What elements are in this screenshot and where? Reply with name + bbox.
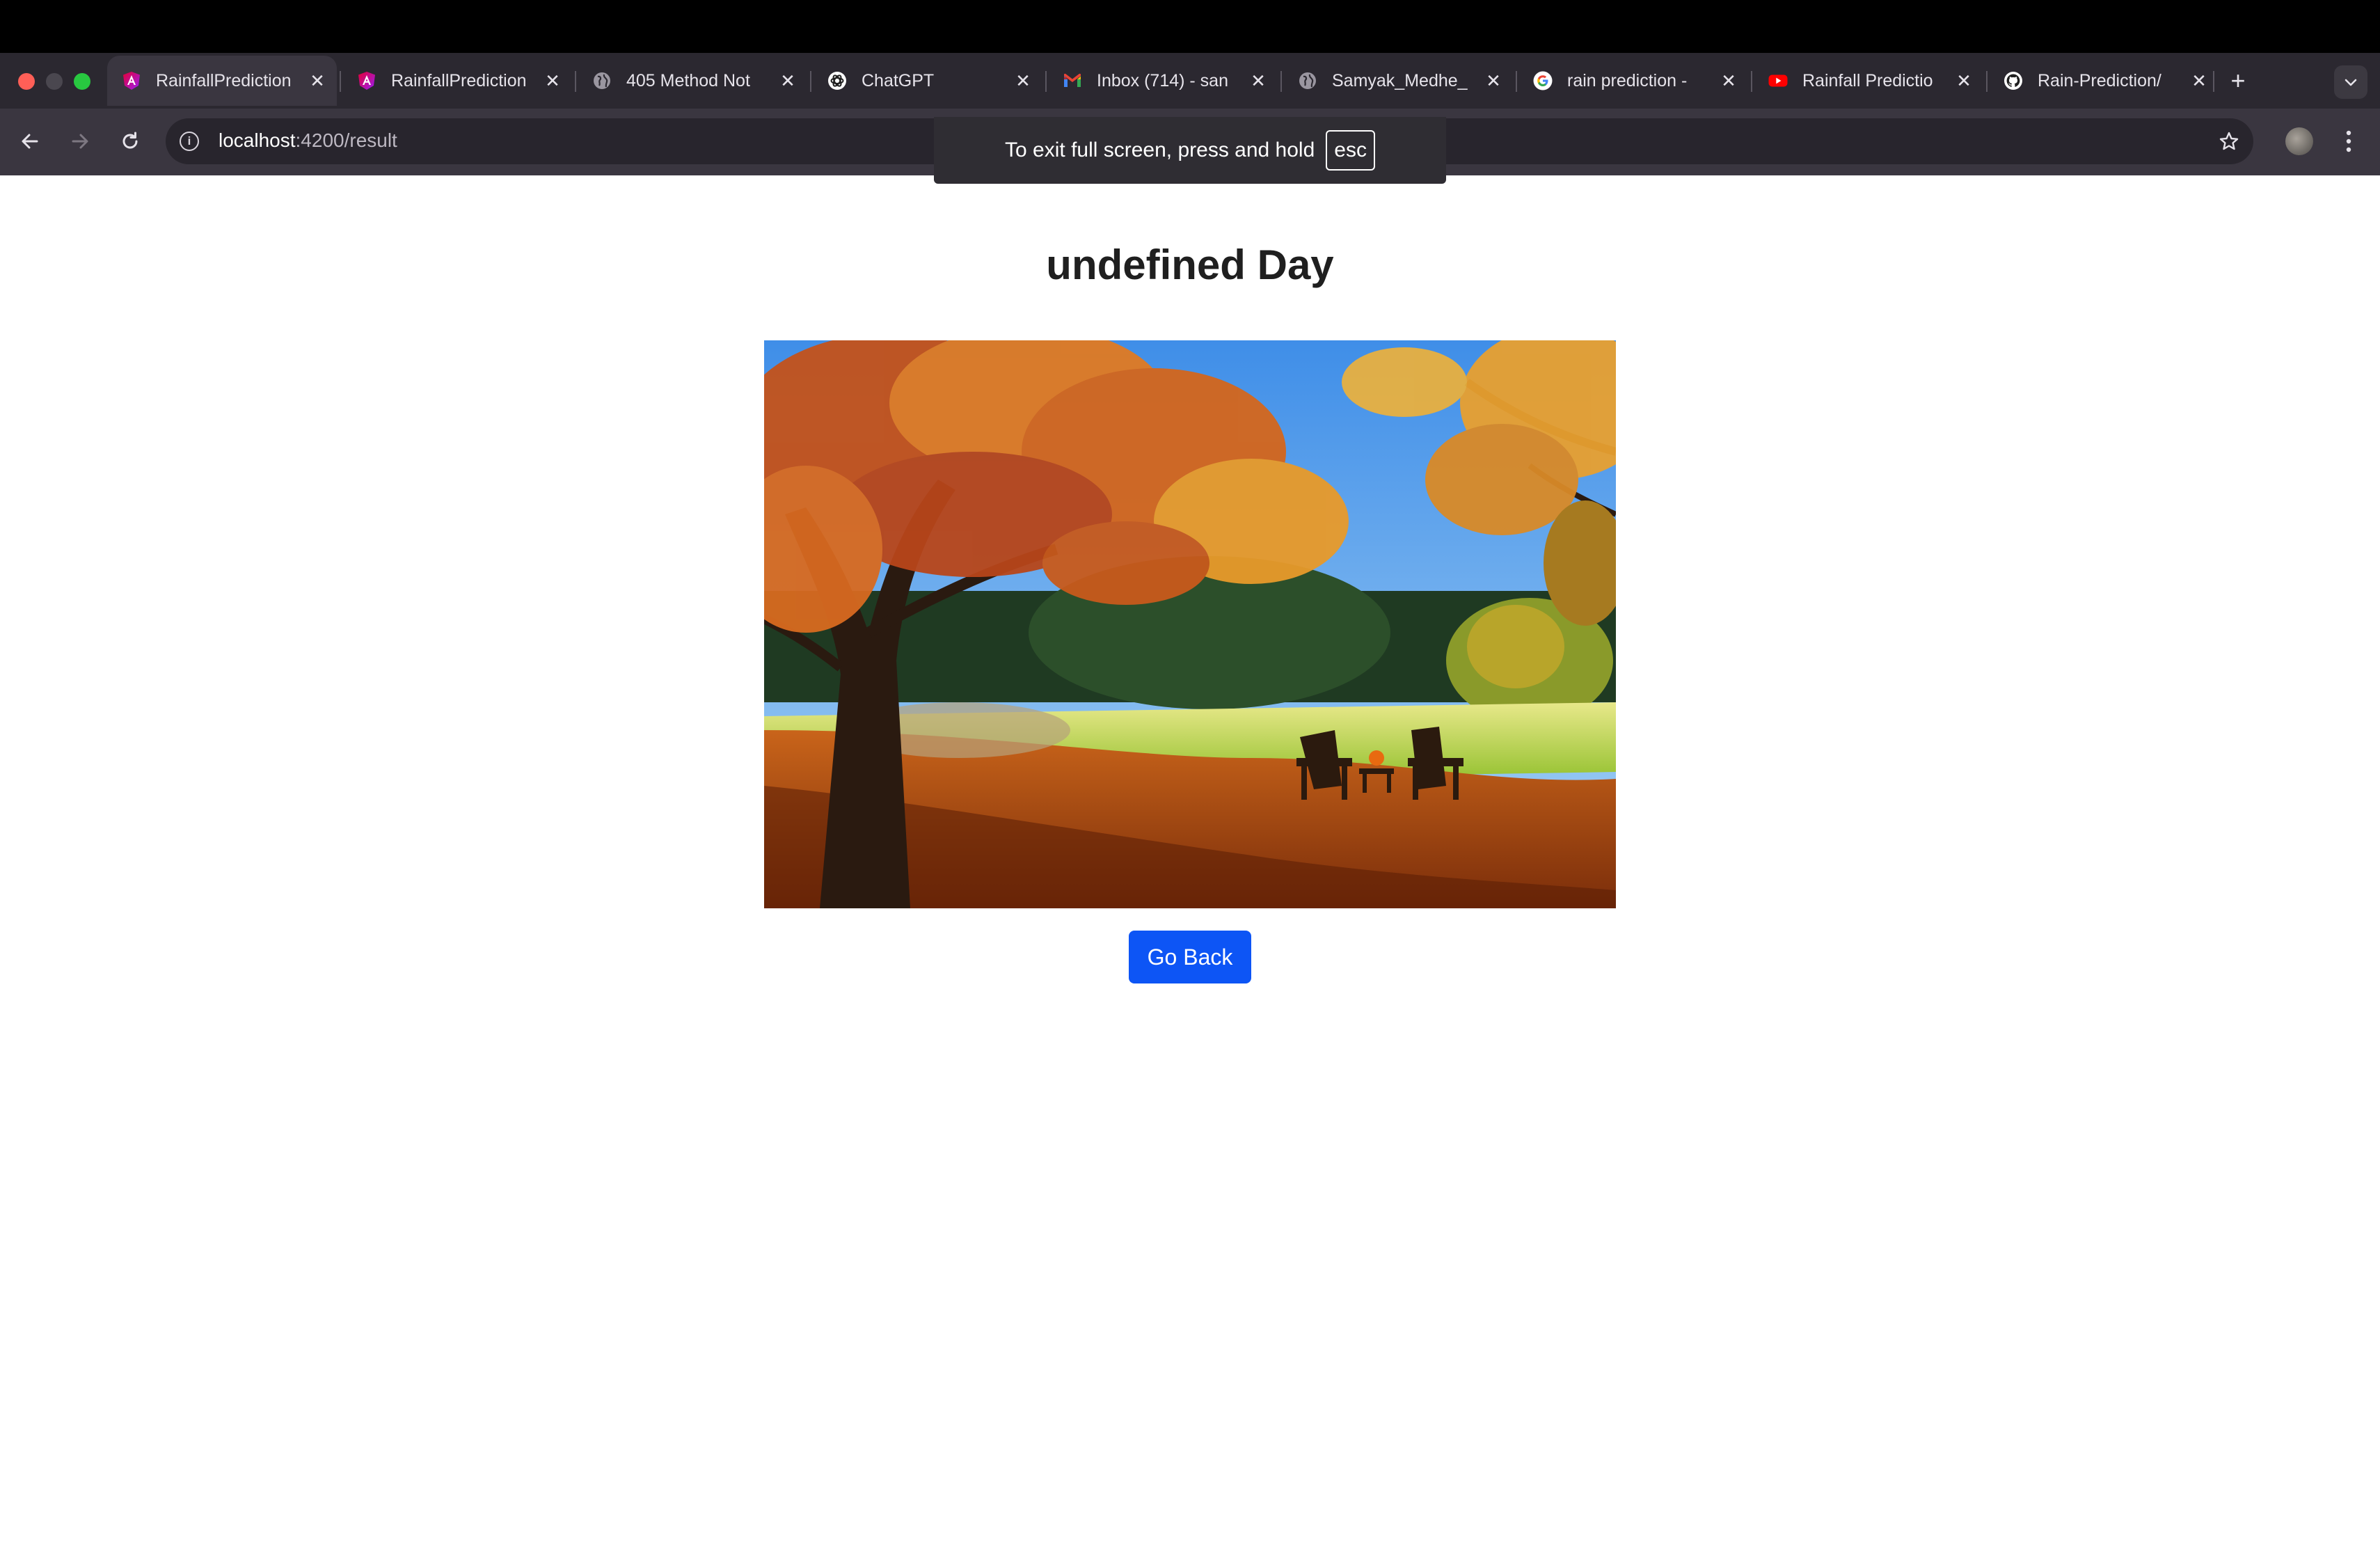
arrow-left-icon (22, 134, 38, 149)
reload-icon (122, 132, 138, 149)
gmail-icon (1062, 70, 1083, 91)
tab-separator (1516, 71, 1517, 92)
close-tab-icon[interactable]: ✕ (1010, 68, 1036, 93)
tab-label: 405 Method Not (626, 70, 750, 90)
tab-chatgpt[interactable]: ChatGPT ✕ (813, 56, 1042, 106)
tab-separator (575, 71, 576, 92)
tab-rainfallprediction-2[interactable]: RainfallPrediction ✕ (342, 56, 572, 106)
google-icon (1532, 70, 1553, 91)
tab-label: Samyak_Medhe_ (1332, 70, 1468, 90)
tab-separator (810, 71, 811, 92)
esc-key-hint: esc (1326, 130, 1375, 171)
arrow-right-icon (72, 134, 88, 149)
tab-label: Rain-Prediction/ (2038, 70, 2161, 90)
reload-button[interactable] (113, 124, 148, 159)
autumn-scene-illustration (764, 340, 1616, 908)
tab-label: ChatGPT (862, 70, 935, 90)
profile-avatar[interactable] (2285, 127, 2313, 155)
globe-icon (592, 70, 612, 91)
go-back-button[interactable]: Go Back (1129, 931, 1251, 983)
url-text[interactable]: localhost:4200/result (219, 129, 397, 152)
tab-samyak-medhe[interactable]: Samyak_Medhe_ ✕ (1283, 56, 1513, 106)
back-button[interactable] (13, 124, 47, 159)
new-tab-button[interactable]: + (2224, 66, 2252, 95)
close-tab-icon[interactable]: ✕ (775, 68, 800, 93)
browser-menu-button[interactable] (2338, 125, 2359, 157)
autumn-scene-image (764, 340, 1616, 908)
fullscreen-window-button[interactable] (74, 73, 90, 90)
chevron-down-icon (2345, 79, 2357, 86)
close-tab-icon[interactable]: ✕ (305, 68, 330, 93)
fullscreen-notice-text: To exit full screen, press and hold (1005, 139, 1315, 161)
close-tab-icon[interactable]: ✕ (1481, 68, 1506, 93)
tab-youtube-rainfall[interactable]: Rainfall Predictio ✕ (1754, 56, 1983, 106)
globe-icon (1297, 70, 1318, 91)
tab-separator (2213, 71, 2214, 92)
url-path: :4200/result (295, 129, 397, 151)
tab-label: rain prediction - (1567, 70, 1688, 90)
tab-separator (340, 71, 341, 92)
tab-gmail-inbox[interactable]: Inbox (714) - san ✕ (1048, 56, 1278, 106)
close-tab-icon[interactable]: ✕ (1246, 68, 1271, 93)
site-info-icon[interactable]: i (180, 132, 199, 151)
tab-rainfallprediction-1[interactable]: RainfallPrediction ✕ (107, 56, 337, 106)
page-title: undefined Day (1046, 242, 1334, 288)
minimize-window-button[interactable] (46, 73, 63, 90)
tab-label: Rainfall Predictio (1802, 70, 1933, 90)
close-tab-icon[interactable]: ✕ (1716, 68, 1741, 93)
tab-google-search[interactable]: rain prediction - ✕ (1518, 56, 1748, 106)
angular-icon (121, 70, 142, 91)
menu-bar (0, 0, 2380, 53)
tab-label: Inbox (714) - san (1097, 70, 1228, 90)
tab-separator (1045, 71, 1047, 92)
forward-button[interactable] (63, 124, 97, 159)
tab-search-button[interactable] (2334, 65, 2367, 99)
close-tab-icon[interactable]: ✕ (540, 68, 565, 93)
bookmark-button[interactable] (2213, 125, 2245, 157)
angular-icon (356, 70, 377, 91)
fullscreen-exit-notice: To exit full screen, press and hold esc (934, 117, 1446, 184)
tab-github-rain-prediction[interactable]: Rain-Prediction/ ✕ (1989, 56, 2219, 106)
tab-405-method[interactable]: 405 Method Not ✕ (578, 56, 807, 106)
star-icon (2219, 132, 2239, 150)
github-icon (2003, 70, 2024, 91)
tab-label: RainfallPrediction (391, 70, 527, 90)
close-window-button[interactable] (18, 73, 35, 90)
url-host: localhost (219, 129, 296, 151)
openai-icon (827, 70, 848, 91)
tab-separator (1280, 71, 1282, 92)
tab-separator (1986, 71, 1988, 92)
tab-separator (1751, 71, 1752, 92)
tab-label: RainfallPrediction (156, 70, 292, 90)
more-vertical-icon (2346, 130, 2351, 152)
close-tab-icon[interactable]: ✕ (1951, 68, 1976, 93)
close-tab-icon[interactable]: ✕ (2187, 68, 2212, 93)
youtube-icon (1768, 70, 1788, 91)
